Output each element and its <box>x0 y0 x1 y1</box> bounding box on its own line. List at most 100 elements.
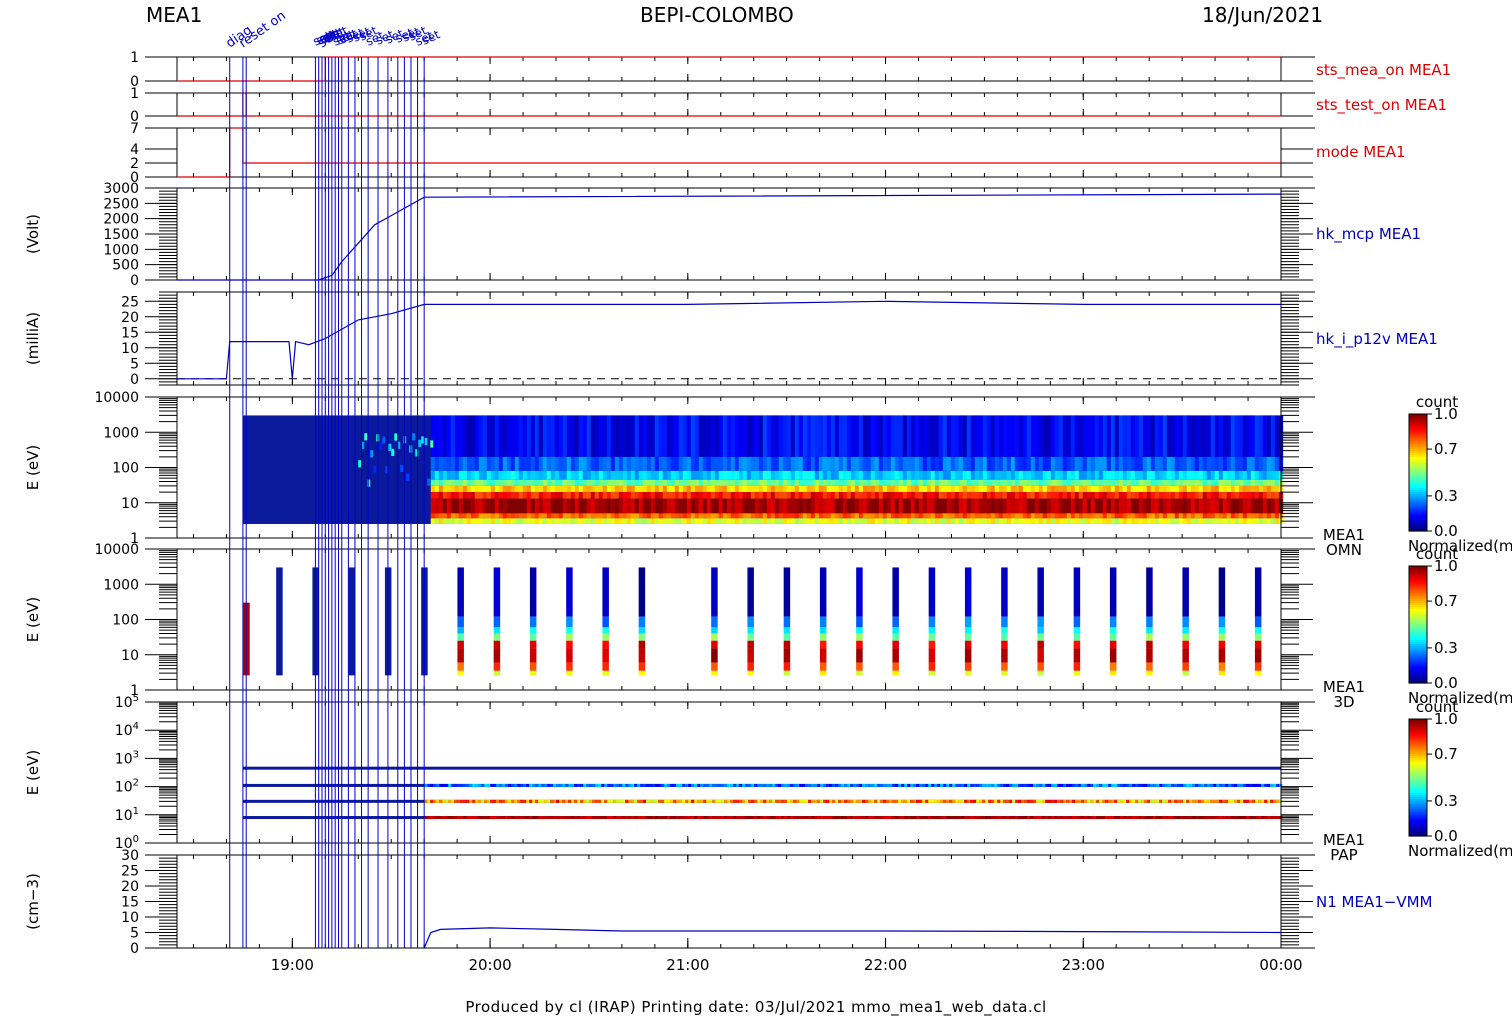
omn-spectrogram-cell <box>510 518 516 524</box>
omn-spectrogram-cell <box>442 492 448 499</box>
omn-spectrogram-cell <box>590 415 596 457</box>
omn-spectrogram-cell <box>914 492 920 499</box>
omn-spectrogram-cell <box>746 492 752 499</box>
pap-energy-band-cell <box>1153 816 1157 820</box>
omn-spectrogram-cell <box>898 479 904 486</box>
omn-spectrogram-cell <box>790 479 796 486</box>
pap-energy-band-cell <box>451 783 455 787</box>
omn-spectrogram-cell <box>742 518 748 524</box>
omn-spectrogram-cell <box>650 479 656 486</box>
pap-energy-band-cell <box>757 816 761 820</box>
omn-spectrogram-cell <box>854 485 860 493</box>
omn-spectrogram-cell <box>434 479 440 486</box>
pap-energy-band-cell <box>934 783 938 787</box>
omn-spectrogram-cell <box>946 479 952 486</box>
pap-energy-band-cell <box>748 816 752 820</box>
omn-spectrogram-cell <box>866 470 872 480</box>
omn-spectrogram-cell <box>846 415 852 457</box>
omn-spectrogram-cell <box>742 492 748 499</box>
pap-energy-band-cell <box>667 783 671 787</box>
pap-energy-band-cell <box>1054 783 1058 787</box>
omn-spectrogram-cell <box>1206 498 1212 514</box>
pap-energy-band-cell <box>613 816 617 820</box>
pap-energy-band-cell <box>913 816 917 820</box>
omn-spectrogram-cell <box>1218 485 1224 493</box>
omn-spectrogram-cell <box>1234 518 1240 524</box>
omn-spectrogram-cell <box>686 492 692 499</box>
omn-spectrogram-cell <box>1238 498 1244 514</box>
pap-energy-band-cell <box>478 799 482 803</box>
omn-spectrogram-cell <box>582 415 588 457</box>
omn-spectrogram-cell <box>1078 415 1084 457</box>
omn-spectrogram-cell <box>974 485 980 493</box>
sweep-3d-bar <box>711 616 718 628</box>
omn-spectrogram-cell <box>646 498 652 514</box>
omn-spectrogram-cell <box>1018 513 1024 519</box>
omn-spectrogram-cell <box>694 498 700 514</box>
pap-energy-band-cell <box>454 816 458 820</box>
omn-spectrogram-cell <box>458 470 464 480</box>
pap-energy-band-cell <box>550 799 554 803</box>
pap-energy-band-cell <box>700 816 704 820</box>
omn-spectrogram-cell <box>946 456 952 471</box>
omn-spectrogram-cell <box>1254 470 1260 480</box>
omn-spectrogram-cell <box>1070 485 1076 493</box>
pap-energy-band-cell <box>904 799 908 803</box>
omn-spectrogram-cell <box>754 485 760 493</box>
omn-spectrogram-cell <box>810 470 816 480</box>
omn-spectrogram-cell <box>1158 518 1164 524</box>
omn-spectrogram-cell <box>662 479 668 486</box>
omn-spectrogram-cell <box>926 456 932 471</box>
omn-spectrogram-cell <box>738 518 744 524</box>
omn-spectrogram-cell <box>826 513 832 519</box>
omn-spectrogram-cell <box>1254 498 1260 514</box>
omn-spectrogram-cell <box>538 492 544 499</box>
pap-energy-band-cell <box>922 783 926 787</box>
omn-spectrogram-cell <box>534 498 540 514</box>
pap-energy-band-cell <box>736 783 740 787</box>
omn-spectrogram-cell <box>770 498 776 514</box>
pap-energy-band-cell <box>1129 799 1133 803</box>
sweep-3d-bar <box>566 627 573 634</box>
omn-spectrogram-cell <box>806 415 812 457</box>
omn-spectrogram-cell <box>1050 492 1056 499</box>
pap-energy-band-cell <box>427 816 431 820</box>
omn-spectrogram-cell <box>902 518 908 524</box>
omn-spectrogram-cell <box>734 492 740 499</box>
pap-energy-band-cell <box>973 799 977 803</box>
sweep-3d-bar <box>1218 627 1226 634</box>
omn-spectrogram-cell <box>1026 513 1032 519</box>
pap-energy-band-cell <box>1114 816 1118 820</box>
omn-spectrogram-cell <box>1202 518 1208 524</box>
pap-energy-band-cell <box>1264 816 1268 820</box>
omn-spectrogram-cell <box>462 518 468 524</box>
omn-spectrogram-cell <box>1082 513 1088 519</box>
pap-energy-band-cell <box>646 799 650 803</box>
omn-spectrogram-cell <box>838 492 844 499</box>
omn-spectrogram-cell <box>958 485 964 493</box>
omn-spectrogram-cell <box>826 498 832 514</box>
pap-energy-band-cell <box>874 783 878 787</box>
omn-spectrogram-cell <box>514 498 520 514</box>
pap-energy-band-cell <box>442 783 446 787</box>
omn-spectrogram-cell <box>1182 456 1188 471</box>
pap-energy-band-cell <box>1171 799 1175 803</box>
omn-spectrogram-cell <box>666 470 672 480</box>
omn-spectrogram-cell <box>910 518 916 524</box>
omn-spectrogram-cell <box>678 518 684 524</box>
omn-spectrogram-cell <box>834 518 840 524</box>
omn-spectrogram-cell <box>898 470 904 480</box>
sweep-3d-bar <box>711 633 718 641</box>
omn-spectrogram-cell <box>826 470 832 480</box>
omn-spectrogram-cell <box>494 415 500 457</box>
pap-energy-band-cell <box>448 783 452 787</box>
omn-spectrogram-cell <box>1178 470 1184 480</box>
omn-spectrogram-cell <box>558 415 564 457</box>
pap-energy-band-cell <box>751 783 755 787</box>
omn-spectrogram-cell <box>654 456 660 471</box>
omn-spectrogram-cell <box>882 518 888 524</box>
omn-spectrogram-cell <box>662 485 668 493</box>
omn-spectrogram-cell <box>762 485 768 493</box>
omn-spectrogram-cell <box>930 456 936 471</box>
omn-spectrogram-cell <box>446 470 452 480</box>
